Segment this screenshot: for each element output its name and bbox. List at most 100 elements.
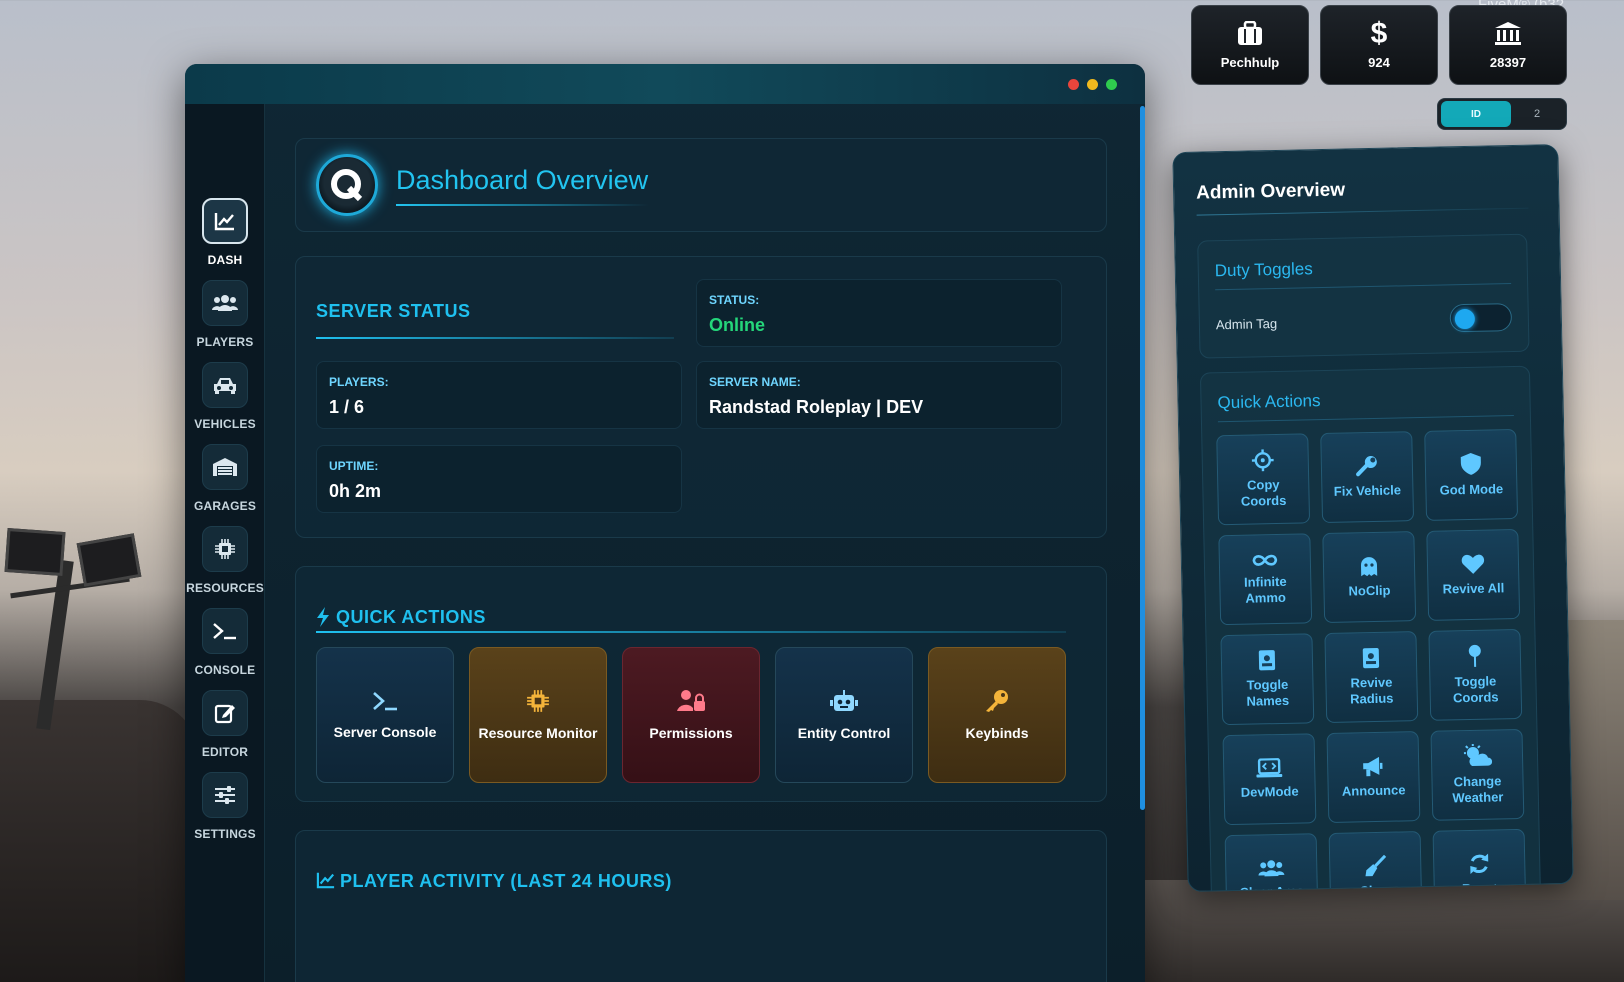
announce-button[interactable]: Announce	[1326, 731, 1421, 824]
admin-overview-panel: Admin Overview Duty Toggles Admin Tag Qu…	[1172, 144, 1574, 892]
devmode-button[interactable]: DevMode	[1222, 733, 1317, 826]
sidebar-item-garages[interactable]: GARAGES	[185, 444, 265, 513]
crosshair-icon	[1251, 449, 1274, 472]
player-activity-card: PLAYER ACTIVITY (LAST 24 HOURS)	[295, 830, 1107, 982]
players-label: PLAYERS:	[329, 375, 389, 389]
fix-vehicle-button[interactable]: Fix Vehicle	[1320, 431, 1415, 524]
sliders-icon	[215, 786, 235, 804]
sidebar: DASH PLAYERS VEHICLES GARAGES RESOURCES …	[185, 104, 265, 982]
sidebar-item-label: CONSOLE	[194, 663, 256, 677]
sidebar-item-label: GARAGES	[193, 499, 257, 513]
sidebar-item-label: SETTINGS	[194, 827, 256, 841]
hud-job: Pechhulp	[1191, 5, 1309, 85]
background-hill	[0, 700, 200, 982]
close-window-button[interactable]	[1068, 78, 1079, 90]
hud-cash: $ 924	[1320, 5, 1438, 85]
sidebar-item-dash[interactable]: DASH	[185, 198, 265, 267]
sidebar-item-label: RESOURCES	[186, 581, 264, 595]
bolt-icon	[317, 607, 329, 627]
laptop-code-icon	[1256, 758, 1283, 778]
quick-actions-underline	[316, 631, 1066, 633]
players-stat: PLAYERS: 1 / 6	[316, 361, 682, 429]
action-label: NoClip	[1348, 582, 1391, 599]
sidebar-item-label: VEHICLES	[194, 417, 256, 431]
hud-job-label: Pechhulp	[1220, 54, 1280, 70]
sidebar-item-editor[interactable]: EDITOR	[185, 690, 265, 759]
action-label: Infinite Ammo	[1243, 574, 1287, 606]
toggle-coords-button[interactable]: Toggle Coords	[1428, 628, 1523, 721]
toggle-knob	[1454, 308, 1476, 330]
status-value: Online	[709, 315, 766, 335]
infinite-ammo-button[interactable]: Infinite Ammo	[1218, 533, 1313, 626]
player-id-bar: ID 2	[1437, 98, 1567, 130]
player-activity-title: PLAYER ACTIVITY (LAST 24 HOURS)	[340, 871, 672, 891]
minimize-window-button[interactable]	[1087, 78, 1098, 90]
quick-actions-card: QUICK ACTIONS Server Console Resource Mo…	[295, 566, 1107, 802]
revive-all-button[interactable]: Revive All	[1426, 528, 1521, 621]
garage-icon	[213, 458, 237, 476]
action-label: Change Weather	[1452, 773, 1504, 806]
action-label: Copy Coords	[1240, 477, 1287, 509]
action-label: Announce	[1341, 782, 1406, 799]
quick-actions-title: QUICK ACTIONS	[336, 607, 486, 627]
admin-tag-toggle[interactable]	[1449, 303, 1513, 333]
noclip-button[interactable]: NoClip	[1322, 531, 1417, 624]
change-weather-button[interactable]: Change Weather	[1430, 728, 1525, 821]
car-icon	[214, 378, 236, 394]
toggle-names-button[interactable]: Toggle Names	[1220, 633, 1315, 726]
clear-button[interactable]: Clear	[1328, 831, 1423, 892]
keybinds-button[interactable]: Keybinds	[928, 647, 1066, 783]
id-badge-icon	[1258, 650, 1276, 671]
shield-icon	[1460, 453, 1481, 476]
dashboard-window: DASH PLAYERS VEHICLES GARAGES RESOURCES …	[185, 64, 1145, 982]
sidebar-item-label: DASH	[207, 253, 243, 267]
server-console-button[interactable]: Server Console	[316, 647, 454, 783]
sidebar-item-players[interactable]: PLAYERS	[185, 280, 265, 349]
revive-radius-button[interactable]: Revive Radius	[1324, 631, 1419, 724]
infinity-icon	[1252, 555, 1278, 567]
robot-icon	[830, 690, 858, 711]
admin-overview-title: Admin Overview	[1195, 179, 1346, 204]
q-logo-icon	[331, 169, 363, 202]
app-logo	[316, 154, 378, 216]
server-status-underline	[316, 337, 674, 339]
background-floodlight	[4, 528, 66, 576]
sidebar-item-resources[interactable]: RESOURCES	[185, 526, 265, 595]
page-title: Dashboard Overview	[396, 164, 649, 206]
sidebar-item-settings[interactable]: SETTINGS	[185, 772, 265, 841]
main-scrollbar[interactable]	[1140, 106, 1145, 810]
chip-icon	[215, 539, 235, 559]
uptime-label: UPTIME:	[329, 459, 379, 473]
qa-label: Keybinds	[965, 725, 1029, 741]
sidebar-item-console[interactable]: CONSOLE	[185, 608, 265, 677]
god-mode-button[interactable]: God Mode	[1424, 428, 1519, 521]
action-label: God Mode	[1439, 481, 1504, 498]
refresh-icon	[1470, 853, 1489, 875]
status-label: STATUS:	[709, 293, 760, 307]
qa-label: Server Console	[333, 724, 437, 740]
qa-label: Resource Monitor	[478, 725, 598, 741]
terminal-icon	[373, 692, 397, 711]
maximize-window-button[interactable]	[1106, 78, 1117, 90]
permissions-button[interactable]: Permissions	[622, 647, 760, 783]
duty-toggles-title: Duty Toggles	[1214, 259, 1313, 281]
chart-line-icon	[316, 872, 335, 889]
key-icon	[986, 690, 1008, 712]
uptime-stat: UPTIME: 0h 2m	[316, 445, 682, 513]
chart-line-icon	[214, 213, 234, 231]
admin-quick-actions-title: Quick Actions	[1217, 391, 1321, 413]
sidebar-item-vehicles[interactable]: VEHICLES	[185, 362, 265, 431]
broom-icon	[1365, 854, 1387, 877]
entity-control-button[interactable]: Entity Control	[775, 647, 913, 783]
window-titlebar[interactable]	[185, 64, 1145, 104]
duty-toggles-panel: Duty Toggles Admin Tag	[1197, 233, 1530, 359]
copy-coords-button[interactable]: Copy Coords	[1216, 433, 1311, 526]
megaphone-icon	[1363, 757, 1383, 777]
reset-button[interactable]: Reset	[1432, 828, 1527, 892]
uptime-value: 0h 2m	[329, 481, 382, 501]
resource-monitor-button[interactable]: Resource Monitor	[469, 647, 607, 783]
action-label: Toggle Coords	[1452, 673, 1499, 706]
admin-quick-actions-underline	[1217, 415, 1514, 423]
edit-icon	[214, 704, 235, 724]
clear-area-button[interactable]: Clear Area	[1224, 833, 1319, 892]
